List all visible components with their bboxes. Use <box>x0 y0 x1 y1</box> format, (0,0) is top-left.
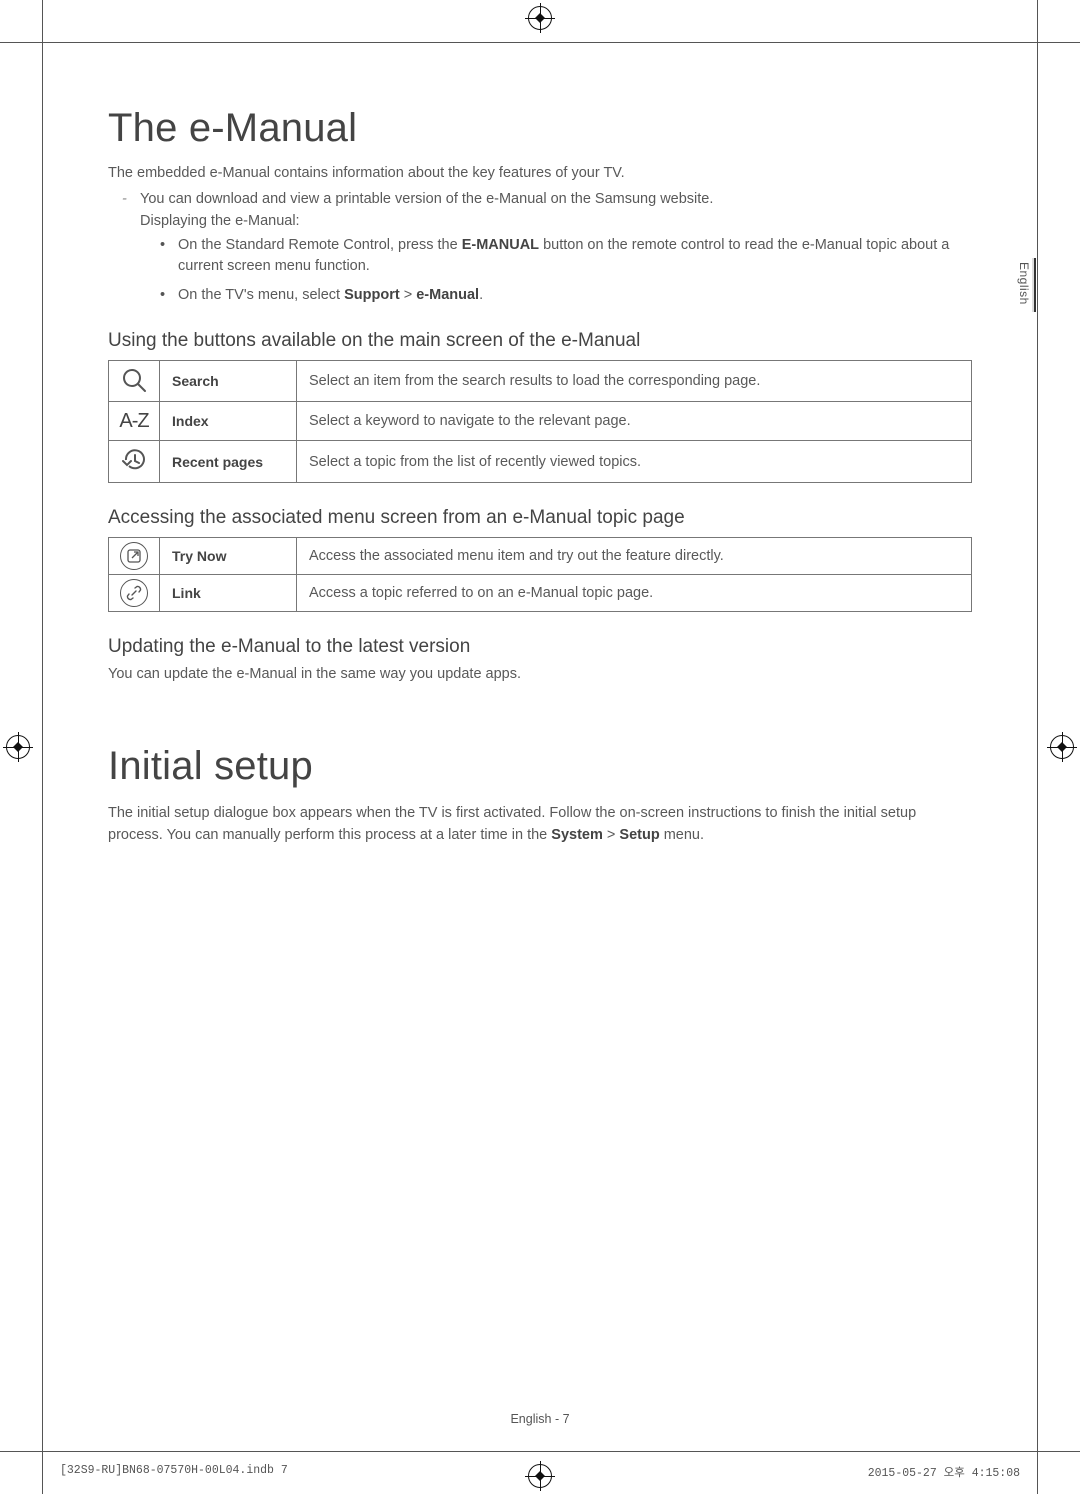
table-row: Search Select an item from the search re… <box>109 361 972 402</box>
table-row: Recent pages Select a topic from the lis… <box>109 441 972 483</box>
bullet-menu: On the TV's menu, select Support > e-Man… <box>160 285 972 306</box>
page-content: English The e-Manual The embedded e-Manu… <box>108 100 972 1434</box>
recent-icon <box>119 445 149 475</box>
table-row: Try Now Access the associated menu item … <box>109 538 972 575</box>
associated-menu-table: Try Now Access the associated menu item … <box>108 537 972 612</box>
footer-timestamp: 2015-05-27 오후 4:15:08 <box>868 1464 1020 1480</box>
footer-filename: [32S9-RU]BN68-07570H-00L04.indb 7 <box>60 1464 288 1480</box>
index-icon: A-Z <box>119 406 149 436</box>
trynow-icon <box>120 542 148 570</box>
subheading-updating: Updating the e-Manual to the latest vers… <box>108 636 972 658</box>
initial-setup-text: The initial setup dialogue box appears w… <box>108 803 972 847</box>
label-trynow: Try Now <box>160 538 297 575</box>
intro-text: The embedded e-Manual contains informati… <box>108 165 972 181</box>
desc-search: Select an item from the search results t… <box>297 361 972 402</box>
desc-index: Select a keyword to navigate to the rele… <box>297 402 972 441</box>
download-note: You can download and view a printable ve… <box>108 191 972 207</box>
registration-mark-right <box>1050 735 1074 759</box>
desc-recent: Select a topic from the list of recently… <box>297 441 972 483</box>
table-row: Link Access a topic referred to on an e-… <box>109 575 972 612</box>
display-methods-list: On the Standard Remote Control, press th… <box>108 235 972 306</box>
subheading-associated-menu: Accessing the associated menu screen fro… <box>108 507 972 529</box>
label-search: Search <box>160 361 297 402</box>
label-index: Index <box>160 402 297 441</box>
heading-emanual: The e-Manual <box>108 106 972 151</box>
displaying-label: Displaying the e-Manual: <box>108 213 972 229</box>
update-text: You can update the e-Manual in the same … <box>108 666 972 682</box>
registration-mark-top <box>528 6 552 30</box>
label-recent: Recent pages <box>160 441 297 483</box>
language-tab: English <box>1015 258 1036 312</box>
bullet-remote: On the Standard Remote Control, press th… <box>160 235 972 277</box>
label-link: Link <box>160 575 297 612</box>
heading-initial-setup: Initial setup <box>108 744 972 789</box>
search-icon <box>119 365 149 395</box>
link-icon <box>120 579 148 607</box>
page-number: English - 7 <box>0 1412 1080 1426</box>
desc-trynow: Access the associated menu item and try … <box>297 538 972 575</box>
table-row: A-Z Index Select a keyword to navigate t… <box>109 402 972 441</box>
main-buttons-table: Search Select an item from the search re… <box>108 360 972 483</box>
desc-link: Access a topic referred to on an e-Manua… <box>297 575 972 612</box>
registration-mark-left <box>6 735 30 759</box>
subheading-main-buttons: Using the buttons available on the main … <box>108 330 972 352</box>
